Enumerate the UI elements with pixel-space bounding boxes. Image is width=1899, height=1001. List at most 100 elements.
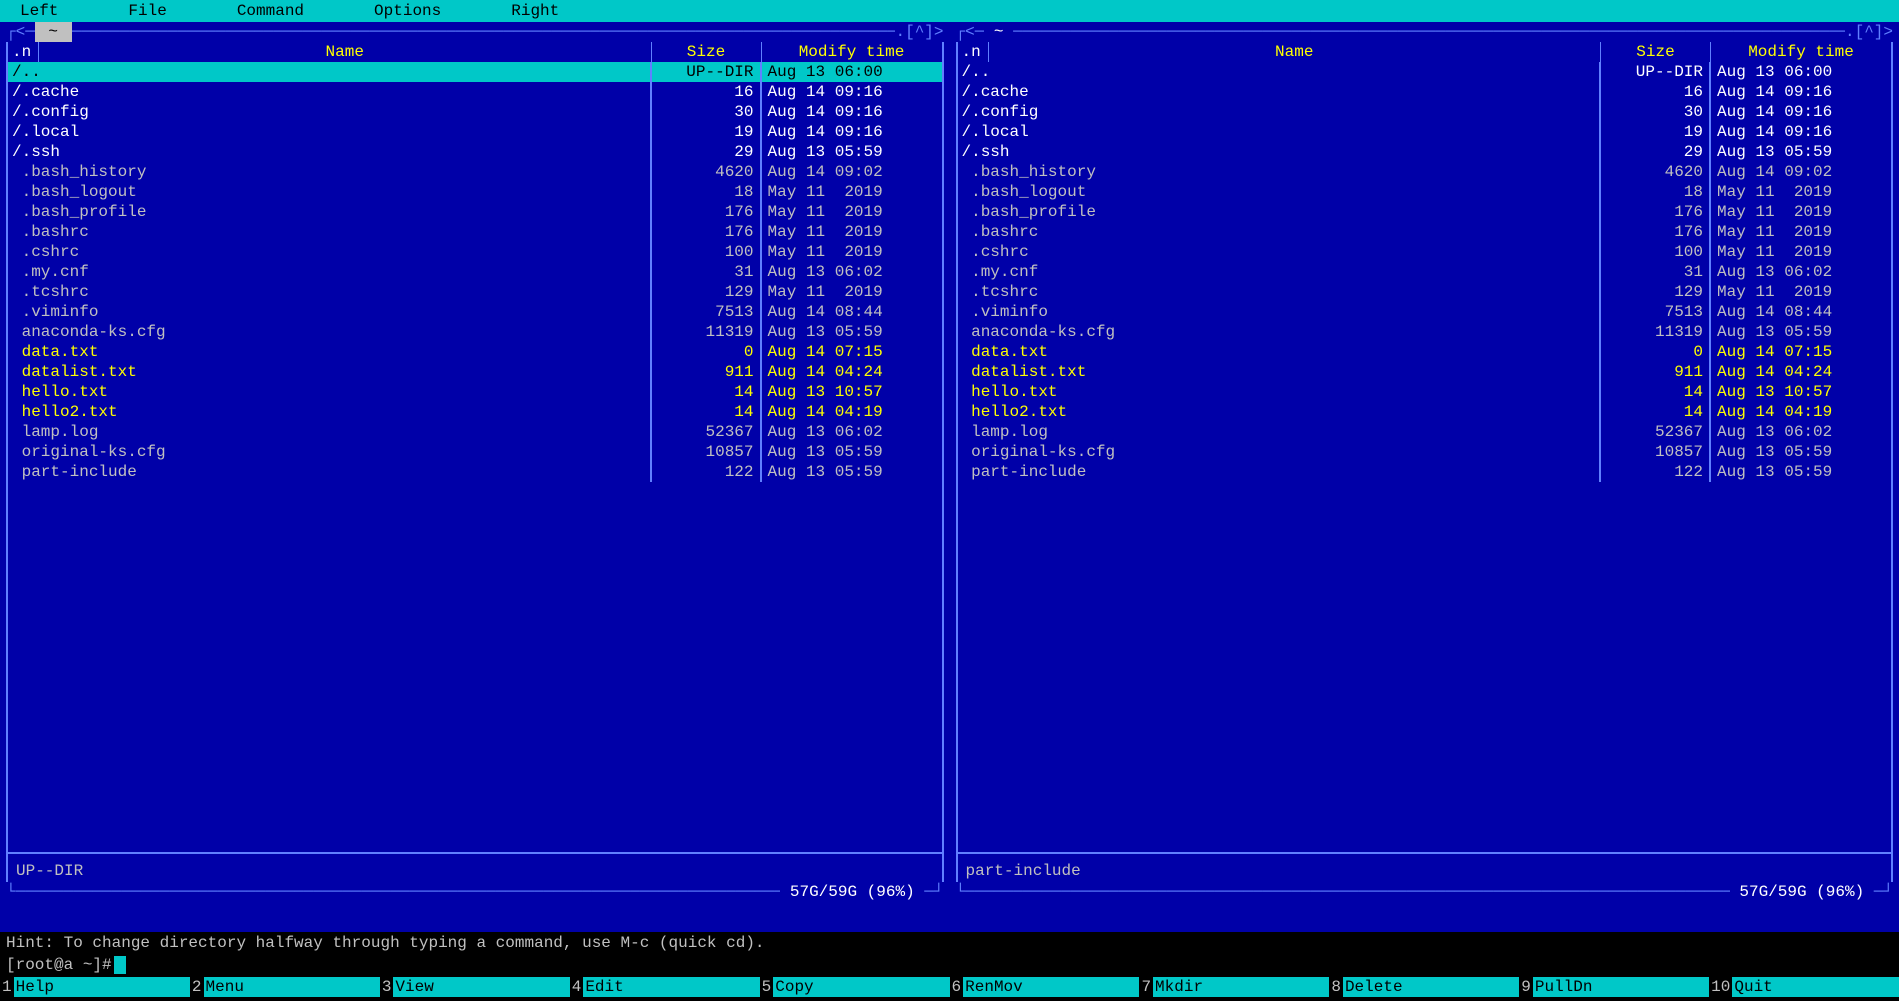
file-mtime: Aug 14 09:16	[762, 82, 942, 102]
file-row[interactable]: anaconda-ks.cfg 11319 Aug 13 05:59	[8, 322, 942, 342]
fkey-mkdir[interactable]: 7Mkdir	[1139, 977, 1329, 997]
col-header-name[interactable]: Name	[988, 42, 1602, 62]
col-header-size[interactable]: Size	[1601, 42, 1711, 62]
fkey-label: View	[393, 977, 569, 997]
file-row[interactable]: part-include 122 Aug 13 05:59	[8, 462, 942, 482]
menu-left[interactable]: Left	[20, 1, 58, 21]
fkey-label: Quit	[1732, 977, 1899, 997]
file-row[interactable]: .bash_history 4620 Aug 14 09:02	[8, 162, 942, 182]
file-row[interactable]: .bashrc 176 May 11 2019	[958, 222, 1892, 242]
fkey-copy[interactable]: 5Copy	[760, 977, 950, 997]
file-row[interactable]: lamp.log 52367 Aug 13 06:02	[958, 422, 1892, 442]
file-row[interactable]: /.cache 16 Aug 14 09:16	[958, 82, 1892, 102]
fkey-quit[interactable]: 10Quit	[1709, 977, 1899, 997]
file-row[interactable]: anaconda-ks.cfg 11319 Aug 13 05:59	[958, 322, 1892, 342]
file-row[interactable]: /.ssh 29 Aug 13 05:59	[958, 142, 1892, 162]
fkey-view[interactable]: 3View	[380, 977, 570, 997]
file-row[interactable]: .viminfo 7513 Aug 14 08:44	[958, 302, 1892, 322]
fkey-renmov[interactable]: 6RenMov	[950, 977, 1140, 997]
fkey-label: Delete	[1343, 977, 1519, 997]
menu-right[interactable]: Right	[511, 1, 559, 21]
file-name: .tcshrc	[8, 282, 652, 302]
file-row[interactable]: .bash_profile 176 May 11 2019	[958, 202, 1892, 222]
file-mtime: Aug 13 05:59	[1711, 142, 1891, 162]
file-row[interactable]: original-ks.cfg 10857 Aug 13 05:59	[958, 442, 1892, 462]
file-row[interactable]: hello2.txt 14 Aug 14 04:19	[958, 402, 1892, 422]
file-size: 10857	[652, 442, 762, 462]
fkey-help[interactable]: 1Help	[0, 977, 190, 997]
file-size: 7513	[1601, 302, 1711, 322]
file-mtime: Aug 13 05:59	[1711, 442, 1891, 462]
file-row[interactable]: .tcshrc 129 May 11 2019	[958, 282, 1892, 302]
file-name: /.ssh	[8, 142, 652, 162]
panel-status: UP--DIR	[8, 860, 942, 882]
fkey-delete[interactable]: 8Delete	[1329, 977, 1519, 997]
file-row[interactable]: original-ks.cfg 10857 Aug 13 05:59	[8, 442, 942, 462]
menu-file[interactable]: File	[128, 1, 166, 21]
col-header-mtime[interactable]: Modify time	[1711, 42, 1891, 62]
fkey-number: 10	[1709, 977, 1732, 997]
file-row[interactable]: hello2.txt 14 Aug 14 04:19	[8, 402, 942, 422]
panel-path[interactable]: ~	[984, 22, 1013, 42]
file-row[interactable]: .bash_profile 176 May 11 2019	[8, 202, 942, 222]
file-mtime: Aug 14 04:19	[1711, 402, 1891, 422]
fkey-menu[interactable]: 2Menu	[190, 977, 380, 997]
file-row[interactable]: /.cache 16 Aug 14 09:16	[8, 82, 942, 102]
file-row[interactable]: .my.cnf 31 Aug 13 06:02	[958, 262, 1892, 282]
file-size: 129	[652, 282, 762, 302]
right-panel[interactable]: ┌<─ ~ ──────────────────────────────────…	[950, 22, 1899, 932]
file-row[interactable]: .bashrc 176 May 11 2019	[8, 222, 942, 242]
col-header-n[interactable]: .n	[958, 42, 988, 62]
file-row[interactable]: .bash_logout 18 May 11 2019	[958, 182, 1892, 202]
panel-sort-indicator[interactable]: .[^]>	[1845, 22, 1893, 42]
panel-columns-header: .n Name Size Modify time	[6, 42, 944, 62]
file-row[interactable]: data.txt 0 Aug 14 07:15	[958, 342, 1892, 362]
file-row[interactable]: hello.txt 14 Aug 13 10:57	[8, 382, 942, 402]
file-list[interactable]: /.. UP--DIR Aug 13 06:00 /.cache 16 Aug …	[6, 62, 944, 852]
col-header-size[interactable]: Size	[652, 42, 762, 62]
file-row[interactable]: datalist.txt 911 Aug 14 04:24	[958, 362, 1892, 382]
file-mtime: Aug 13 06:02	[1711, 262, 1891, 282]
file-row[interactable]: /.ssh 29 Aug 13 05:59	[8, 142, 942, 162]
col-header-mtime[interactable]: Modify time	[762, 42, 942, 62]
file-row[interactable]: /.. UP--DIR Aug 13 06:00	[8, 62, 942, 82]
file-name: .bash_history	[8, 162, 652, 182]
file-row[interactable]: .viminfo 7513 Aug 14 08:44	[8, 302, 942, 322]
file-row[interactable]: part-include 122 Aug 13 05:59	[958, 462, 1892, 482]
file-row[interactable]: .bash_history 4620 Aug 14 09:02	[958, 162, 1892, 182]
col-header-name[interactable]: Name	[38, 42, 652, 62]
left-panel[interactable]: ┌<─ ~ ──────────────────────────────────…	[0, 22, 950, 932]
file-row[interactable]: /.local 19 Aug 14 09:16	[958, 122, 1892, 142]
file-row[interactable]: .tcshrc 129 May 11 2019	[8, 282, 942, 302]
file-row[interactable]: /.. UP--DIR Aug 13 06:00	[958, 62, 1892, 82]
file-name: .bash_profile	[8, 202, 652, 222]
panel-sort-indicator[interactable]: .[^]>	[895, 22, 943, 42]
file-name: .bashrc	[958, 222, 1602, 242]
file-row[interactable]: .cshrc 100 May 11 2019	[8, 242, 942, 262]
file-row[interactable]: /.config 30 Aug 14 09:16	[8, 102, 942, 122]
file-row[interactable]: datalist.txt 911 Aug 14 04:24	[8, 362, 942, 382]
fkey-number: 7	[1139, 977, 1153, 997]
file-size: UP--DIR	[1601, 62, 1711, 82]
fkey-edit[interactable]: 4Edit	[570, 977, 760, 997]
file-row[interactable]: .cshrc 100 May 11 2019	[958, 242, 1892, 262]
file-row[interactable]: lamp.log 52367 Aug 13 06:02	[8, 422, 942, 442]
menu-bar[interactable]: Left File Command Options Right	[0, 0, 1899, 22]
file-row[interactable]: .my.cnf 31 Aug 13 06:02	[8, 262, 942, 282]
menu-options[interactable]: Options	[374, 1, 441, 21]
file-row[interactable]: data.txt 0 Aug 14 07:15	[8, 342, 942, 362]
fkey-pulldn[interactable]: 9PullDn	[1519, 977, 1709, 997]
file-row[interactable]: /.local 19 Aug 14 09:16	[8, 122, 942, 142]
file-mtime: May 11 2019	[762, 222, 942, 242]
file-row[interactable]: /.config 30 Aug 14 09:16	[958, 102, 1892, 122]
command-prompt[interactable]: [root@a ~]#	[0, 954, 1899, 976]
file-row[interactable]: hello.txt 14 Aug 13 10:57	[958, 382, 1892, 402]
file-name: .my.cnf	[958, 262, 1602, 282]
panel-border-top: ┌<─ ~ ──────────────────────────────────…	[956, 22, 1894, 42]
panel-path[interactable]: ~	[35, 22, 72, 42]
file-size: 122	[1601, 462, 1711, 482]
menu-command[interactable]: Command	[237, 1, 304, 21]
col-header-n[interactable]: .n	[8, 42, 38, 62]
file-row[interactable]: .bash_logout 18 May 11 2019	[8, 182, 942, 202]
file-list[interactable]: /.. UP--DIR Aug 13 06:00 /.cache 16 Aug …	[956, 62, 1894, 852]
